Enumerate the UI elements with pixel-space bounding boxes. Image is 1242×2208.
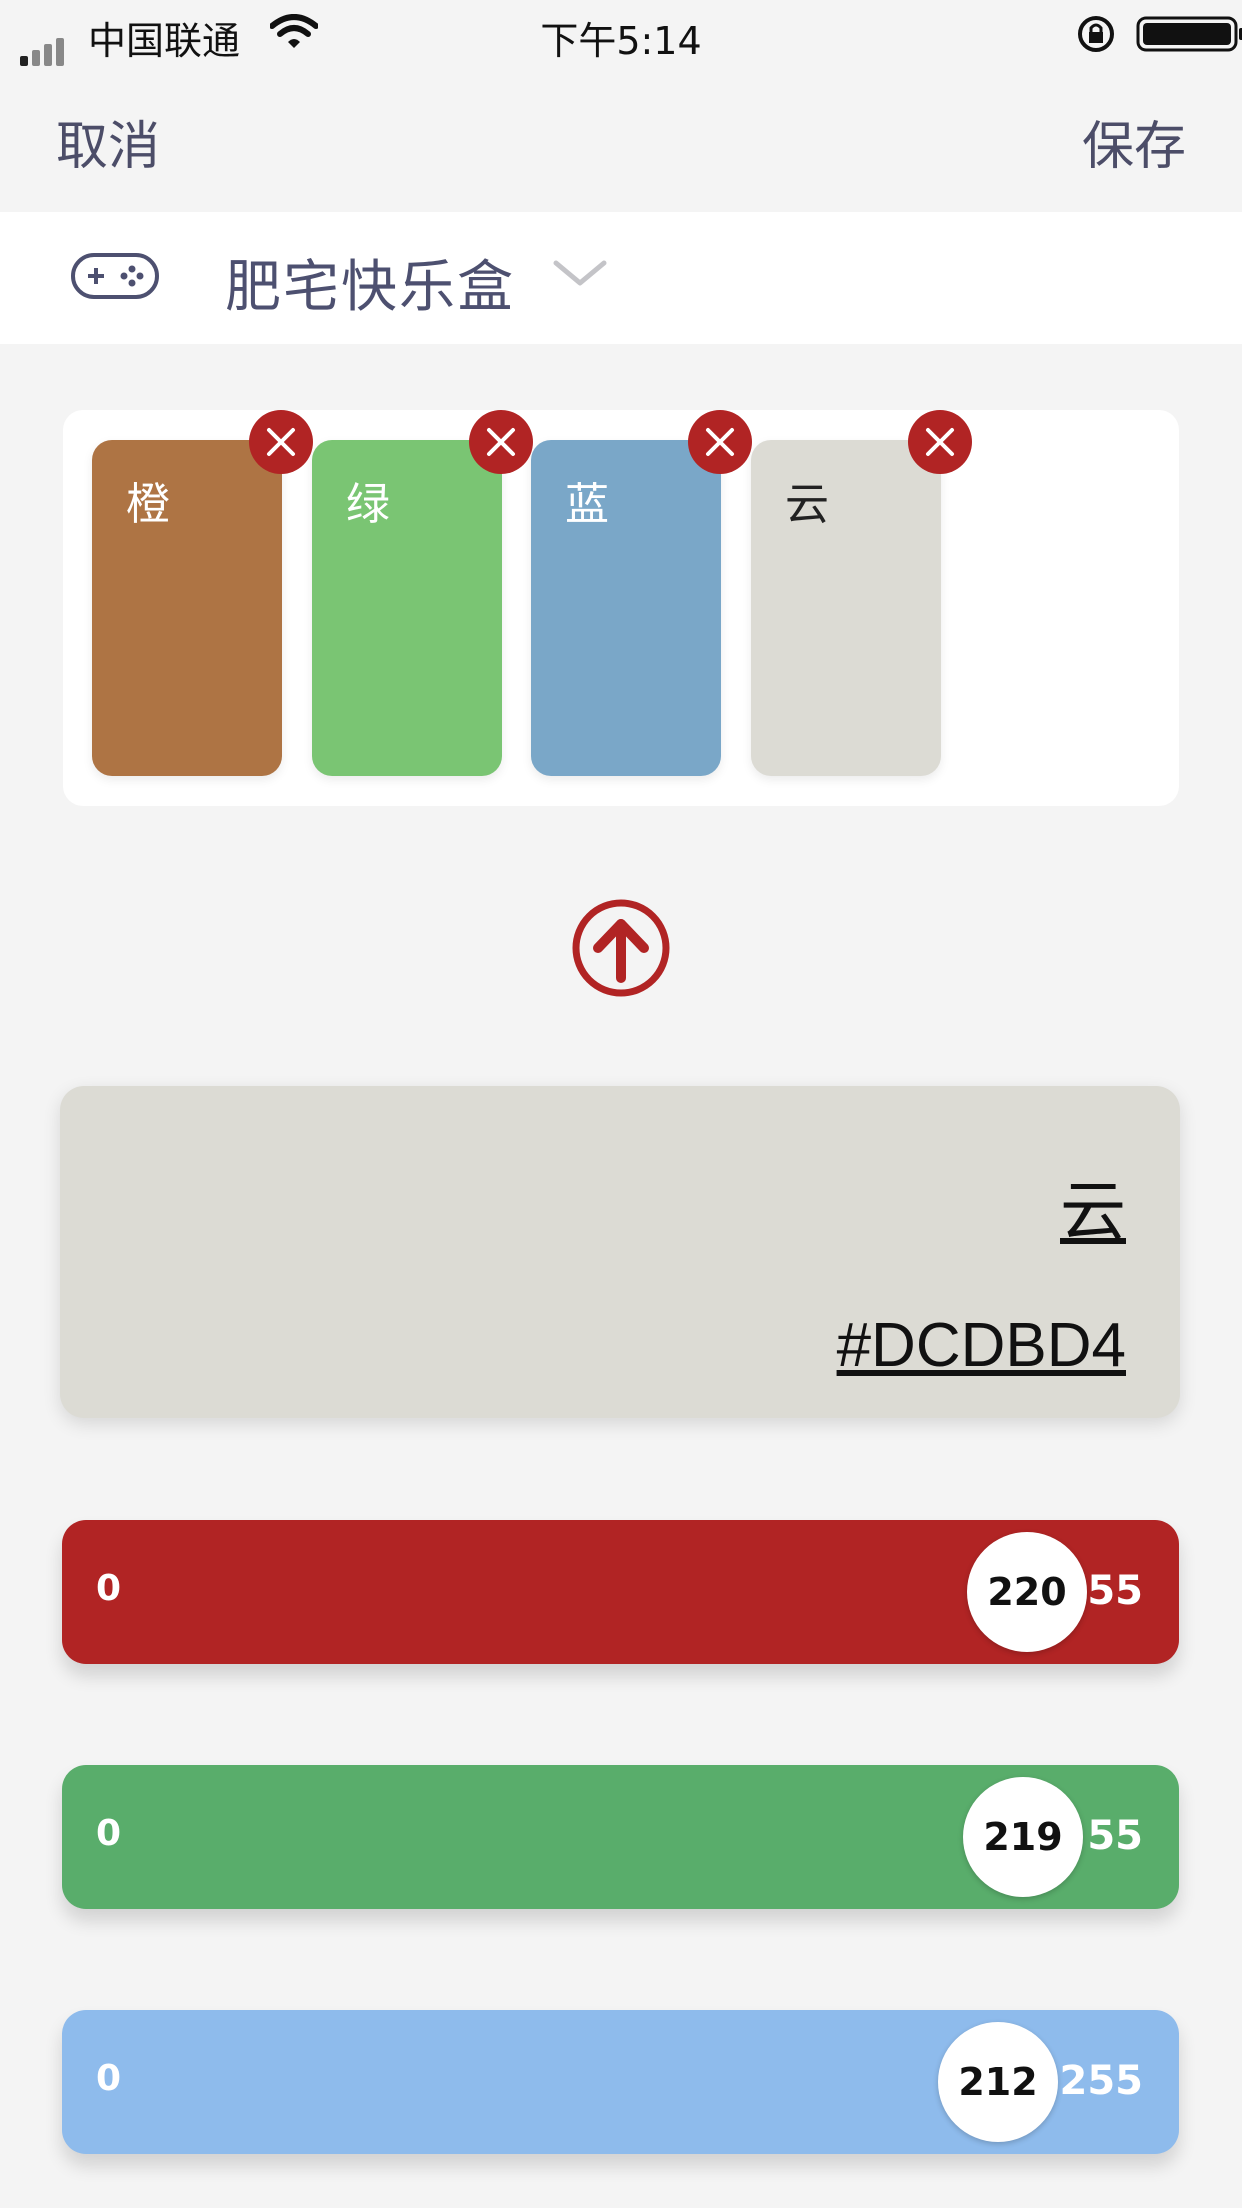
- color-hex[interactable]: #DCDBD4: [837, 1310, 1126, 1381]
- cancel-button[interactable]: 取消: [56, 104, 160, 179]
- color-palette: 橙 绿 蓝 云: [63, 410, 1179, 806]
- swatch-label: 绿: [346, 479, 390, 530]
- red-slider[interactable]: 0 55 220: [62, 1520, 1179, 1664]
- swatch-cloud[interactable]: 云: [751, 440, 941, 776]
- slider-max-label: 255: [1059, 2058, 1144, 2104]
- swatch-orange[interactable]: 橙: [92, 440, 282, 776]
- slider-min-label: 0: [96, 2058, 122, 2099]
- swatch-label: 橙: [126, 479, 170, 530]
- clock: 下午5:14: [540, 19, 702, 63]
- remove-swatch-green-close-icon[interactable]: [469, 410, 533, 474]
- green-slider[interactable]: 0 55 219: [62, 1765, 1179, 1909]
- collection-selector[interactable]: 肥宅快乐盒: [0, 212, 1242, 344]
- remove-swatch-cloud-close-icon[interactable]: [908, 410, 972, 474]
- color-preview-card: 云 #DCDBD4: [60, 1086, 1180, 1418]
- swatch-label: 云: [785, 479, 829, 530]
- nav-bar: 取消 保存: [0, 96, 1242, 186]
- color-name[interactable]: 云: [1060, 1158, 1126, 1254]
- slider-thumb[interactable]: 212: [938, 2022, 1058, 2142]
- orientation-lock-icon: [1074, 12, 1118, 65]
- remove-swatch-orange-close-icon[interactable]: [249, 410, 313, 474]
- slider-max-label: 55: [1087, 1813, 1143, 1859]
- swatch-green[interactable]: 绿: [312, 440, 502, 776]
- gamepad-icon: [70, 252, 160, 304]
- status-bar: 中国联通 下午5:14: [0, 0, 1242, 68]
- slider-max-label: 55: [1087, 1568, 1143, 1614]
- slider-thumb[interactable]: 220: [967, 1532, 1087, 1652]
- arrow-up-circle-icon[interactable]: [571, 898, 671, 998]
- blue-slider[interactable]: 0 255 212: [62, 2010, 1179, 2154]
- slider-min-label: 0: [96, 1568, 122, 1609]
- swatch-label: 蓝: [565, 479, 609, 530]
- collection-title: 肥宅快乐盒: [225, 255, 515, 320]
- chevron-down-icon[interactable]: [552, 257, 608, 291]
- slider-thumb[interactable]: 219: [963, 1777, 1083, 1897]
- save-button[interactable]: 保存: [1082, 104, 1186, 179]
- slider-min-label: 0: [96, 1813, 122, 1854]
- swatch-blue[interactable]: 蓝: [531, 440, 721, 776]
- remove-swatch-blue-close-icon[interactable]: [688, 410, 752, 474]
- battery-icon: [1136, 16, 1242, 52]
